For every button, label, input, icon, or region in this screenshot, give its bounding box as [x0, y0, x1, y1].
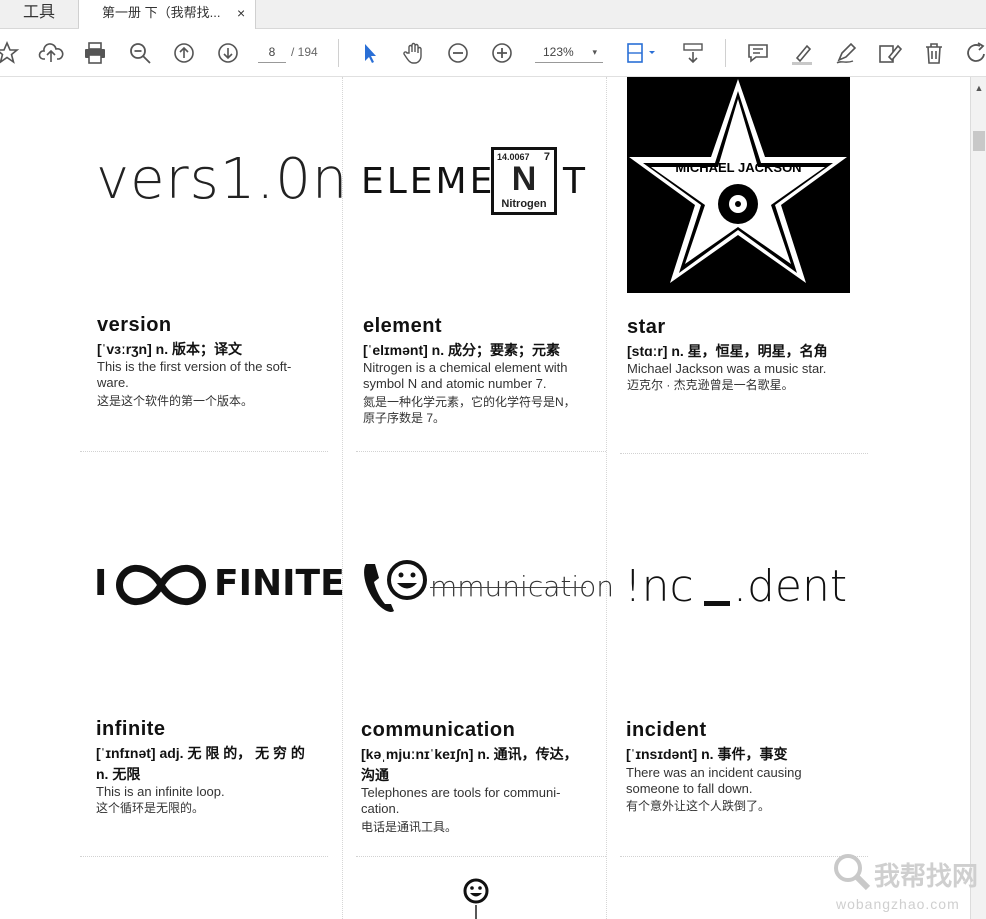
highlight-icon[interactable]: [789, 40, 815, 66]
toolbar-divider: [338, 39, 339, 67]
zoom-out-magnifier-icon[interactable]: [127, 40, 153, 66]
card-pronunciation: [ˈɪnsɪdənt] n. 事件，事变: [626, 746, 788, 762]
magnifier-logo-icon: [834, 854, 871, 891]
fit-page-icon[interactable]: [624, 40, 660, 66]
tab-tools[interactable]: 工具: [0, 0, 79, 28]
page-total: / 194: [291, 45, 318, 59]
card-english-line: Telephones are tools for communi-: [361, 785, 561, 800]
card-english-line: ware.: [97, 375, 129, 390]
scroll-up-icon[interactable]: ▲: [971, 83, 986, 93]
hand-tool-icon[interactable]: [401, 40, 427, 66]
delete-trash-icon[interactable]: [921, 40, 947, 66]
scroll-mode-icon[interactable]: [680, 40, 706, 66]
zoom-out-icon[interactable]: [445, 40, 471, 66]
card-pronunciation: [ˈelɪmənt] n. 成分；要素；元素: [363, 342, 561, 358]
star-logo: MICHAEL JACKSON ST R: [627, 77, 850, 293]
watermark: 我帮找网 wobangzhao.com: [828, 850, 984, 916]
card-pronunciation: [stɑːr] n. 星，恒星，明星，名角: [627, 343, 828, 359]
card-english-line: Michael Jackson was a music star.: [627, 361, 827, 376]
next-page-icon[interactable]: [215, 40, 241, 66]
vertical-scrollbar[interactable]: ▲: [970, 77, 986, 919]
tab-document[interactable]: 第一册 下（我帮找... ×: [79, 0, 256, 29]
incident-logo-part-b: .dent: [733, 561, 848, 612]
row-divider: [80, 856, 328, 857]
column-divider: [606, 77, 607, 919]
card-word: version: [97, 314, 172, 336]
page-number-input[interactable]: 8: [258, 42, 286, 63]
comment-icon[interactable]: [745, 40, 771, 66]
card-chinese-line: 有个意外让这个人跌倒了。: [626, 799, 771, 813]
previous-page-icon[interactable]: [171, 40, 197, 66]
card-chinese-line: 电话是通讯工具。: [361, 820, 458, 834]
phone-smiley-icon: [364, 560, 427, 612]
card-chinese-line: 这个循环是无限的。: [96, 801, 205, 815]
smiley-icon: [463, 878, 489, 919]
nitrogen-element-tile: 14.0067 7 N Nitrogen: [491, 147, 557, 215]
card-chinese-line: 原子序数是 7。: [363, 411, 446, 425]
version-logo: vers1.0n: [96, 147, 349, 212]
card-english-line: Nitrogen is a chemical element with: [363, 360, 568, 375]
card-english-line: cation.: [361, 801, 400, 816]
incident-logo-part-a: !nc: [624, 561, 694, 612]
card-word: incident: [626, 719, 707, 741]
document-page[interactable]: vers1.0n version [ˈvɜːrʒn] n. 版本；译文 This…: [0, 77, 970, 919]
chevron-down-icon: ▾: [592, 47, 597, 57]
card-pronunciation-continued: 沟通: [361, 767, 389, 783]
card-word: star: [627, 316, 666, 338]
card-chinese-line: 氮是一种化学元素，它的化学符号是N，: [363, 395, 576, 409]
toolbar: 8 / 194 123% ▾: [0, 29, 986, 77]
edit-text-icon[interactable]: [877, 40, 903, 66]
row-divider: [80, 451, 328, 452]
card-english-line: someone to fall down.: [626, 781, 753, 796]
infinite-logo-left: I: [94, 563, 108, 604]
element-symbol: N: [511, 160, 537, 198]
card-pronunciation: [ˈvɜːrʒn] n. 版本；译文: [97, 341, 242, 357]
draw-pen-icon[interactable]: [833, 40, 859, 66]
card-word: communication: [361, 719, 516, 741]
row-divider: [356, 856, 606, 857]
card-chinese-line: 这是这个软件的第一个版本。: [97, 394, 254, 408]
watermark-url: wobangzhao.com: [836, 896, 960, 912]
close-icon[interactable]: ×: [237, 0, 245, 26]
watermark-name: 我帮找网: [874, 861, 979, 891]
card-english-line: This is the first version of the soft-: [97, 359, 292, 374]
zoom-value: 123%: [543, 45, 574, 59]
tab-document-label: 第一册 下（我帮找...: [102, 5, 221, 20]
element-logo-left: ELEME: [361, 161, 496, 202]
zoom-in-icon[interactable]: [489, 40, 515, 66]
star-name: MICHAEL JACKSON: [675, 160, 802, 175]
bookmark-star-icon[interactable]: [0, 40, 20, 66]
element-name: Nitrogen: [501, 198, 547, 210]
toolbar-divider: [725, 39, 726, 67]
row-divider: [356, 451, 606, 452]
tab-bar: 工具 第一册 下（我帮找... ×: [0, 0, 986, 29]
upload-cloud-icon[interactable]: [38, 40, 64, 66]
infinite-logo-right: FINITE: [214, 563, 345, 604]
infinity-icon: [116, 564, 206, 606]
star-text-left: ST: [651, 201, 680, 226]
row-divider: [620, 453, 868, 454]
rotate-icon[interactable]: [964, 40, 986, 66]
card-pronunciation-continued: n. 无限: [96, 766, 141, 782]
card-english-line: There was an incident causing: [626, 765, 802, 780]
select-cursor-icon[interactable]: [357, 40, 383, 66]
card-chinese-line: 迈克尔 · 杰克逊曾是一名歌星。: [627, 378, 794, 392]
card-pronunciation: [kəˌmjuːnɪˈkeɪʃn] n. 通讯，传达，: [361, 746, 578, 762]
card-english-line: This is an infinite loop.: [96, 784, 225, 799]
phone-cord-line: [430, 587, 586, 588]
element-logo-right: T: [563, 161, 585, 202]
card-word: infinite: [96, 718, 166, 740]
incident-fallen-letter: [704, 601, 730, 606]
card-english-line: symbol N and atomic number 7.: [363, 376, 547, 391]
card-pronunciation: [ˈɪnfɪnət] adj. 无 限 的， 无 穷 的: [96, 745, 305, 761]
walk-of-fame-star-icon: [629, 79, 847, 283]
star-text-right: R: [801, 201, 817, 226]
scroll-thumb[interactable]: [973, 131, 985, 151]
zoom-select[interactable]: 123% ▾: [535, 42, 603, 63]
print-icon[interactable]: [82, 40, 108, 66]
card-word: element: [363, 315, 443, 337]
